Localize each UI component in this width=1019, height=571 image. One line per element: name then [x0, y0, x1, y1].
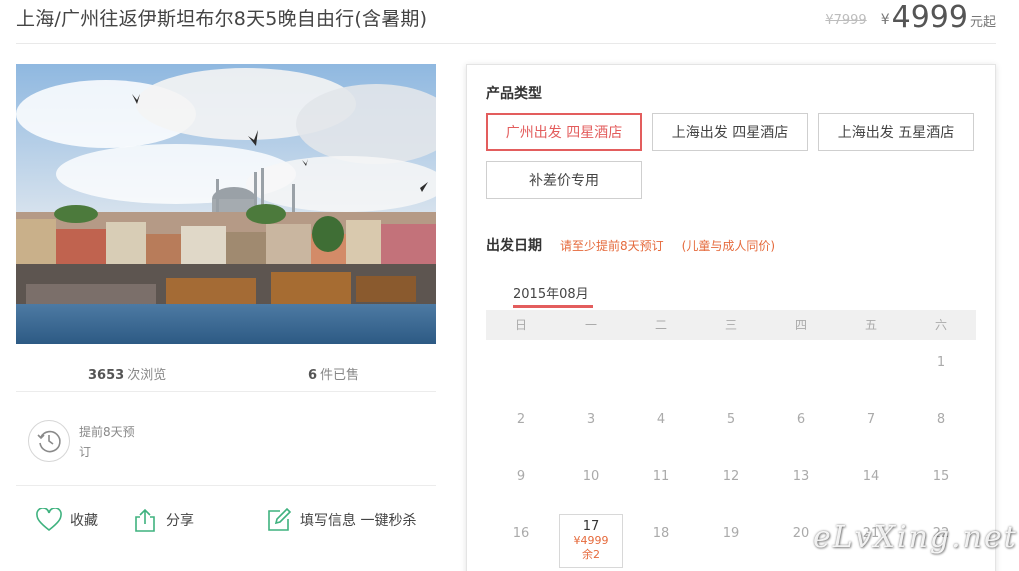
day-number: 10 — [582, 469, 600, 484]
price-box: ¥7999 ¥ 4999 元起 — [825, 0, 996, 40]
calendar-day: 5 — [699, 400, 763, 454]
booking-panel: 产品类型 广州出发 四星酒店 上海出发 四星酒店 上海出发 五星酒店 补差价专用… — [466, 64, 996, 571]
product-type-option-shanghai-4star[interactable]: 上海出发 四星酒店 — [652, 113, 808, 151]
views-stat: 3653 次浏览 — [88, 364, 166, 383]
product-type-title: 产品类型 — [486, 86, 542, 102]
day-number: 9 — [516, 469, 526, 484]
views-label: 次浏览 — [127, 368, 167, 383]
departure-date-header: 出发日期 请至少提前8天预订 (儿童与成人同价) — [486, 235, 793, 255]
advance-booking-notice: 提前8天预订 — [16, 410, 436, 486]
price-suffix: 元起 — [969, 15, 996, 30]
day-price: ¥4999 — [573, 534, 609, 547]
current-price: 4999 — [891, 0, 968, 35]
product-header: 上海/广州往返伊斯坦布尔8天5晚自由行(含暑期) ¥7999 ¥ 4999 元起 — [16, 0, 996, 44]
currency-symbol: ¥ — [880, 12, 890, 28]
day-number: 8 — [936, 412, 946, 427]
sold-count: 6 — [308, 368, 318, 383]
edit-icon — [268, 507, 292, 531]
day-number: 1 — [936, 355, 946, 370]
calendar-day: 12 — [699, 457, 763, 511]
day-number: 11 — [652, 469, 670, 484]
product-stats: 3653 次浏览 6 件已售 — [16, 356, 436, 392]
calendar-day: 6 — [769, 400, 833, 454]
day-number: 13 — [792, 469, 810, 484]
sold-stat: 6 件已售 — [308, 364, 359, 383]
share-icon — [135, 508, 155, 532]
weekday-header: 日一二三四五六 — [486, 310, 976, 340]
weekday-label: 三 — [724, 318, 737, 332]
fill-info-label: 填写信息 一键秒杀 — [300, 513, 417, 529]
product-page: 上海/广州往返伊斯坦布尔8天5晚自由行(含暑期) ¥7999 ¥ 4999 元起 — [0, 0, 1019, 571]
weekday-label: 二 — [654, 318, 667, 332]
calendar-day: 3 — [559, 400, 623, 454]
calendar-day: 7 — [839, 400, 903, 454]
sold-label: 件已售 — [320, 368, 360, 383]
product-title: 上海/广州往返伊斯坦布尔8天5晚自由行(含暑期) — [16, 8, 428, 30]
child-price-hint: (儿童与成人同价) — [681, 238, 776, 253]
day-number: 18 — [652, 526, 670, 541]
day-number: 16 — [512, 526, 530, 541]
weekday-label: 五 — [864, 318, 877, 332]
clock-history-icon — [28, 420, 70, 462]
day-number: 19 — [722, 526, 740, 541]
day-number: 5 — [726, 412, 736, 427]
calendar-day: 13 — [769, 457, 833, 511]
departure-date-title: 出发日期 — [486, 238, 542, 254]
calendar-day: 18 — [629, 514, 693, 568]
original-price: ¥7999 — [825, 13, 867, 28]
favorite-label: 收藏 — [70, 513, 98, 529]
share-button[interactable]: 分享 — [132, 504, 194, 536]
product-type-option-guangzhou-4star[interactable]: 广州出发 四星酒店 — [486, 113, 642, 151]
weekday-label: 日 — [514, 318, 527, 332]
istanbul-photo-image — [16, 64, 436, 344]
calendar-day: 14 — [839, 457, 903, 511]
calendar-day: 4 — [629, 400, 693, 454]
fill-info-button[interactable]: 填写信息 一键秒杀 — [266, 504, 416, 536]
day-number: 6 — [796, 412, 806, 427]
action-bar: 收藏 分享 填写信息 一键秒杀 — [16, 500, 436, 540]
weekday-label: 四 — [794, 318, 807, 332]
day-number: 15 — [932, 469, 950, 484]
favorite-button[interactable]: 收藏 — [36, 504, 98, 536]
calendar-day: 9 — [489, 457, 553, 511]
day-number: 7 — [866, 412, 876, 427]
month-tab-underline — [513, 305, 593, 308]
calendar-day: 11 — [629, 457, 693, 511]
advance-booking-text: 提前8天预订 — [79, 425, 135, 459]
calendar-day: 15 — [909, 457, 973, 511]
day-number: 2 — [516, 412, 526, 427]
calendar-day: 2 — [489, 400, 553, 454]
advance-booking-hint: 请至少提前8天预订 — [560, 238, 664, 253]
month-tab[interactable]: 2015年08月 — [513, 283, 589, 302]
calendar-day: 10 — [559, 457, 623, 511]
day-number: 17 — [582, 519, 600, 534]
weekday-label: 六 — [934, 318, 947, 332]
weekday-label: 一 — [584, 318, 597, 332]
day-number: 4 — [656, 412, 666, 427]
calendar-day: 1 — [909, 343, 973, 397]
share-label: 分享 — [166, 513, 194, 529]
product-type-option-price-difference[interactable]: 补差价专用 — [486, 161, 642, 199]
product-type-option-shanghai-5star[interactable]: 上海出发 五星酒店 — [818, 113, 974, 151]
calendar-day-available[interactable]: 17 ¥4999 余2 — [559, 514, 623, 568]
views-count: 3653 — [88, 368, 125, 383]
product-photo — [16, 64, 436, 344]
day-number: 12 — [722, 469, 740, 484]
calendar-day: 8 — [909, 400, 973, 454]
site-watermark: eLvXing.net — [813, 520, 1018, 555]
calendar-day: 16 — [489, 514, 553, 568]
day-number: 3 — [586, 412, 596, 427]
day-number: 14 — [862, 469, 880, 484]
calendar-day: 19 — [699, 514, 763, 568]
heart-icon — [36, 508, 62, 532]
day-remaining: 余2 — [582, 548, 600, 561]
